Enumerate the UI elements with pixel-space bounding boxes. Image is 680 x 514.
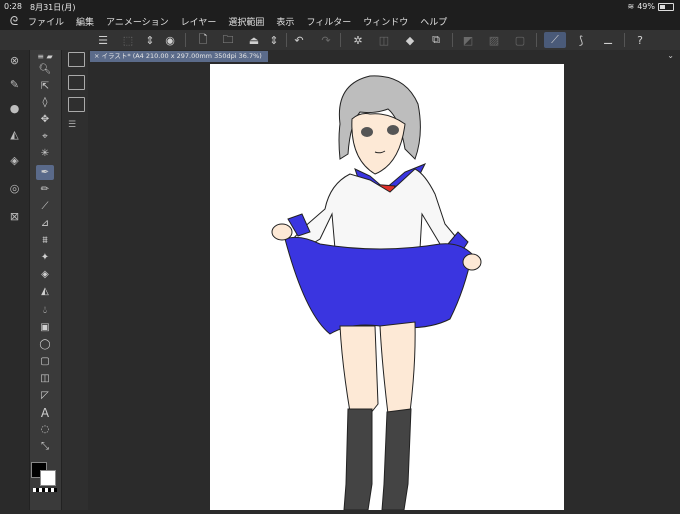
- tool-panel: ≡ ▰ 🔍︎ ⇱ ◊ ✥ ⌖ ✳ ✒ ✏ ⟋ ⊿ ⩩ ✦ ◈ ◭ 💧︎ ▣ ◯ …: [29, 50, 62, 510]
- brush-icon[interactable]: ⟆: [573, 32, 589, 48]
- command-toolbar: ☰ ⬚ ⇕ ◉ 🗋 🗀 ⏏ ⇕ ↶ ↷ ✲ ◫ ◆ ⧉ ◩ ▨ ▢ ⟋ ⟆ ⚊ …: [0, 30, 680, 50]
- settings-icon[interactable]: ⚊: [600, 32, 616, 48]
- menu-layer[interactable]: レイヤー: [181, 15, 217, 28]
- divider: [624, 33, 625, 47]
- sub-tool-panel: ☰: [61, 50, 89, 510]
- battery-percent: 49%: [637, 2, 655, 11]
- divider: [185, 33, 186, 47]
- zoom-icon[interactable]: 🔍︎: [36, 62, 54, 77]
- menu-animation[interactable]: アニメーション: [106, 15, 169, 28]
- eye-icon[interactable]: ◉: [162, 32, 178, 48]
- operation-icon[interactable]: ⇱: [36, 79, 54, 94]
- figure-icon[interactable]: ◯: [36, 337, 54, 352]
- eraser-icon[interactable]: ◊: [36, 95, 54, 110]
- menu-help[interactable]: ヘルプ: [420, 15, 447, 28]
- magic-wand-icon[interactable]: ✳: [36, 146, 54, 161]
- menu-bar: ᘓ ファイル 編集 アニメーション レイヤー 選択範囲 表示 フィルター ウィン…: [0, 13, 680, 30]
- divider: [452, 33, 453, 47]
- menu-view[interactable]: 表示: [276, 15, 294, 28]
- new-file-icon[interactable]: 🗋: [195, 32, 211, 48]
- divider: [536, 33, 537, 47]
- navigator-icon[interactable]: ⊗: [6, 52, 23, 69]
- subtool-icon-3[interactable]: [68, 97, 85, 112]
- color-swatches: [31, 462, 59, 492]
- canvas-area[interactable]: [88, 62, 680, 511]
- brush-tool-icon[interactable]: ⟋: [36, 199, 54, 214]
- fill-tool-icon[interactable]: ◭: [36, 284, 54, 299]
- up-down-icon[interactable]: ⇕: [142, 32, 158, 48]
- status-date: 8月31日(月): [30, 3, 76, 12]
- sparkle-icon[interactable]: ✦: [36, 250, 54, 265]
- cancel-icon[interactable]: ◫: [376, 32, 392, 48]
- open-folder-icon[interactable]: 🗀: [220, 32, 236, 48]
- document-tab-title: イラスト* (A4 210.00 x 297.00mm 350dpi 36.7%…: [101, 52, 262, 60]
- ruler-icon[interactable]: ▢: [36, 354, 54, 369]
- material-icon[interactable]: ⊠: [6, 208, 23, 225]
- menu-icon[interactable]: ☰: [95, 32, 111, 48]
- divider: [286, 33, 287, 47]
- chevron-down-icon[interactable]: ⌄: [667, 51, 674, 60]
- subtool-icon-1[interactable]: [68, 52, 85, 67]
- brush-size-icon[interactable]: ●: [6, 100, 23, 117]
- undo-icon[interactable]: ↶: [291, 32, 307, 48]
- correction-icon[interactable]: ⤡: [36, 439, 54, 454]
- canvas-paper[interactable]: [210, 64, 564, 511]
- background-color[interactable]: [40, 470, 56, 486]
- menu-filter[interactable]: フィルター: [306, 15, 351, 28]
- wifi-icon: ≋: [627, 2, 635, 11]
- balloon-icon[interactable]: ◸: [36, 388, 54, 403]
- fill-icon[interactable]: ◆: [402, 32, 418, 48]
- eraser-tool-icon[interactable]: ◈: [36, 267, 54, 282]
- left-palette-bar: ⊗ ✎ ● ◭ ◈ ◎ ⊠: [0, 50, 29, 510]
- layer-icon[interactable]: ◈: [6, 152, 23, 169]
- menu-edit[interactable]: 編集: [76, 15, 94, 28]
- document-tab-row: × イラスト* (A4 210.00 x 297.00mm 350dpi 36.…: [88, 50, 680, 62]
- divider: [340, 33, 341, 47]
- redo-icon[interactable]: ↷: [318, 32, 334, 48]
- speech-icon[interactable]: ◌: [36, 422, 54, 437]
- app-logo-icon[interactable]: ᘓ: [0, 14, 28, 29]
- subtool-list-icon[interactable]: ☰: [68, 120, 83, 133]
- tool-property-icon[interactable]: ✎: [6, 76, 23, 93]
- battery-icon: [658, 2, 674, 11]
- gradient-icon[interactable]: ▣: [36, 320, 54, 335]
- up-down-icon-2[interactable]: ⇕: [266, 32, 282, 48]
- document-tab[interactable]: × イラスト* (A4 210.00 x 297.00mm 350dpi 36.…: [90, 51, 268, 62]
- help-icon[interactable]: ?: [632, 32, 648, 48]
- pen-icon[interactable]: ⟋: [544, 32, 566, 48]
- status-time: 0:28: [4, 2, 22, 11]
- transparent-color[interactable]: [33, 488, 57, 492]
- clear-icon[interactable]: ▨: [486, 32, 502, 48]
- status-bar: 0:28 8月31日(月) ≋ 49%: [0, 0, 680, 13]
- menu-selection[interactable]: 選択範囲: [228, 15, 264, 28]
- menu-file[interactable]: ファイル: [28, 15, 64, 28]
- status-right: ≋ 49%: [628, 2, 674, 11]
- transform-icon[interactable]: ⧉: [428, 32, 444, 48]
- hide-icon[interactable]: ◩: [460, 32, 476, 48]
- layer-property-icon[interactable]: ◎: [6, 180, 23, 197]
- menu-window[interactable]: ウィンドウ: [363, 15, 408, 28]
- move-icon[interactable]: ✥: [36, 112, 54, 127]
- blend-icon[interactable]: 💧︎: [36, 303, 54, 318]
- subtool-icon-2[interactable]: [68, 75, 85, 90]
- blank-icon[interactable]: ▢: [512, 32, 528, 48]
- new-icon[interactable]: ⬚: [120, 32, 136, 48]
- color-icon[interactable]: ◭: [6, 126, 23, 143]
- select-icon[interactable]: ⌖: [36, 129, 54, 144]
- text-icon[interactable]: A: [36, 405, 54, 420]
- pen-tool-icon[interactable]: ✒: [36, 165, 54, 180]
- save-icon[interactable]: ⏏: [246, 32, 262, 48]
- pencil-icon[interactable]: ✏: [36, 182, 54, 197]
- decoration-icon[interactable]: ⩩: [36, 233, 54, 248]
- frame-icon[interactable]: ◫: [36, 371, 54, 386]
- airbrush-icon[interactable]: ⊿: [36, 216, 54, 231]
- illustration: [271, 75, 482, 511]
- loading-icon[interactable]: ✲: [350, 32, 366, 48]
